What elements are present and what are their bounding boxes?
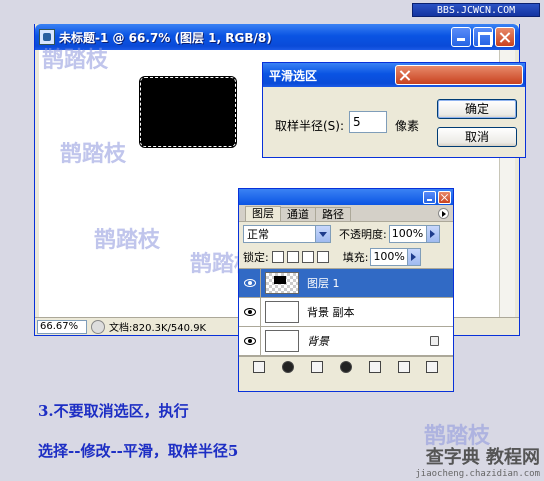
layer-row-background[interactable]: 背景 (239, 327, 453, 356)
new-group-icon[interactable] (368, 360, 381, 373)
close-icon[interactable] (495, 27, 515, 47)
site-banner: BBS.JCWCN.COM (412, 3, 540, 17)
opacity-arrow-icon[interactable] (426, 225, 440, 243)
new-layer-icon[interactable] (397, 360, 410, 373)
lock-icon (430, 336, 439, 346)
smooth-selection-dialog: 平滑选区 取样半径(S): 5 像素 确定 取消 (262, 62, 526, 158)
link-layers-icon[interactable] (253, 360, 266, 373)
lock-fill-row: 锁定: 填充: 100% (239, 246, 453, 268)
document-title: 未标题-1 @ 66.7% (图层 1, RGB/8) (59, 30, 272, 45)
palette-footer (239, 356, 453, 376)
layer-thumbnail (265, 272, 299, 294)
blend-opacity-row: 正常 不透明度: 100% (239, 222, 453, 246)
ok-button[interactable]: 确定 (437, 99, 517, 119)
palette-tabs: 图层 通道 路径 (239, 205, 453, 222)
opacity-label: 不透明度: (339, 228, 387, 241)
pixel-unit-label: 像素 (395, 119, 420, 133)
sample-radius-input[interactable]: 5 (349, 111, 387, 133)
maximize-icon[interactable] (473, 27, 493, 47)
layer-row-layer1[interactable]: 图层 1 (239, 269, 453, 298)
dialog-titlebar[interactable]: 平滑选区 (263, 63, 525, 87)
chevron-down-icon[interactable] (315, 226, 330, 242)
layers-list: 图层 1 背景 副本 背景 (239, 268, 453, 356)
layer-thumbnail (265, 330, 299, 352)
footer-logo: 查字典 教程网 jiaocheng.chazidian.com (415, 443, 540, 479)
trash-icon[interactable] (426, 360, 439, 373)
dialog-title: 平滑选区 (269, 68, 318, 83)
close-icon[interactable] (395, 65, 523, 85)
tab-channels[interactable]: 通道 (280, 207, 316, 221)
blend-mode-select[interactable]: 正常 (243, 225, 331, 243)
lock-brush-icon[interactable] (286, 251, 299, 263)
layer-style-icon[interactable] (282, 360, 295, 373)
fill-label: 填充: (342, 251, 369, 264)
layer-name: 背景 (307, 335, 329, 348)
eye-icon[interactable] (243, 308, 256, 316)
fill-field[interactable]: 100% (370, 248, 409, 266)
layers-palette: 图层 通道 路径 正常 不透明度: 100% 锁定: 填充: 100% 图层 1 (238, 188, 454, 392)
status-menu-icon[interactable] (91, 319, 105, 334)
layer-thumbnail (265, 301, 299, 323)
instruction-line-2: 选择--修改--平滑，取样半径5 (38, 442, 239, 460)
layer-name: 背景 副本 (307, 306, 355, 319)
cancel-button[interactable]: 取消 (437, 127, 517, 147)
zoom-level-field[interactable]: 66.67% (37, 319, 87, 334)
document-titlebar[interactable]: 未标题-1 @ 66.7% (图层 1, RGB/8) (35, 24, 519, 50)
fill-arrow-icon[interactable] (408, 248, 422, 266)
blend-mode-value: 正常 (247, 228, 269, 241)
close-icon[interactable] (438, 190, 451, 204)
adjustment-layer-icon[interactable] (339, 360, 352, 373)
logo-sub-text: jiaocheng.chazidian.com (415, 469, 540, 479)
eye-icon[interactable] (243, 279, 256, 287)
tab-paths[interactable]: 路径 (315, 207, 351, 221)
layer-name: 图层 1 (307, 277, 340, 290)
tab-layers[interactable]: 图层 (245, 206, 281, 221)
photoshop-doc-icon (39, 29, 55, 45)
palette-titlebar[interactable] (239, 189, 453, 205)
layer-mask-icon[interactable] (311, 360, 324, 373)
palette-menu-icon[interactable] (438, 208, 449, 219)
sample-radius-label: 取样半径(S): (275, 119, 345, 133)
opacity-field[interactable]: 100% (388, 225, 427, 243)
minimize-icon[interactable] (451, 27, 471, 47)
document-size-info: 文档:820.3K/540.9K (109, 323, 207, 334)
lock-transparency-icon[interactable] (271, 251, 284, 263)
layer-row-background-copy[interactable]: 背景 副本 (239, 298, 453, 327)
lock-label: 锁定: (243, 251, 269, 264)
lock-position-icon[interactable] (301, 251, 314, 263)
instruction-line-1: 3.不要取消选区，执行 (38, 402, 189, 420)
eye-icon[interactable] (243, 337, 256, 345)
selected-black-rectangle (139, 76, 237, 148)
minimize-icon[interactable] (423, 190, 436, 204)
logo-main-text: 查字典 教程网 (425, 447, 540, 468)
lock-all-icon[interactable] (316, 251, 329, 263)
